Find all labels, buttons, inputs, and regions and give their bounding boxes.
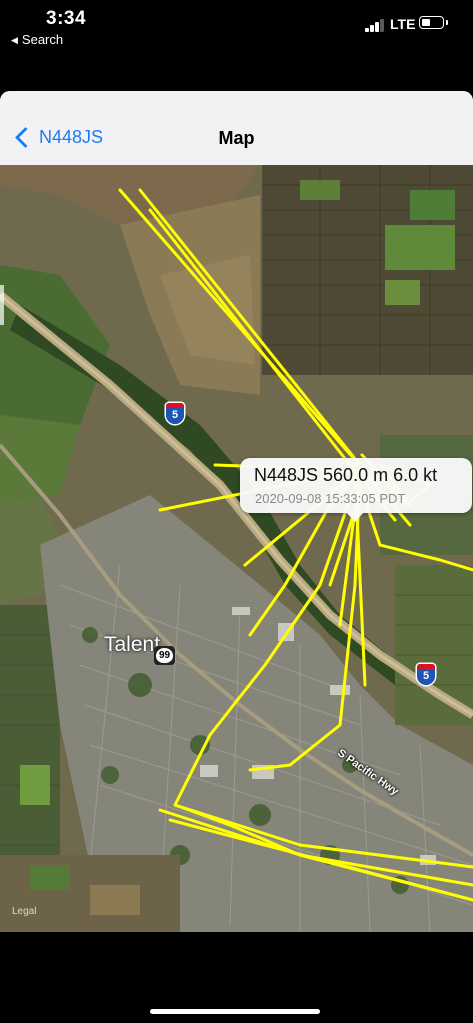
- flight-info-callout[interactable]: N448JS 560.0 m 6.0 kt 2020-09-08 15:33:0…: [240, 458, 472, 522]
- map-sheet: N448JS Map Talent S Pacific Hwy 5 5 99 N…: [0, 91, 473, 932]
- triangle-left-icon: ◀: [11, 35, 18, 45]
- page-title: Map: [218, 128, 255, 148]
- battery-tip: [446, 20, 448, 25]
- interstate-shield-icon: 5: [417, 664, 435, 685]
- town-label: Talent: [104, 633, 161, 656]
- back-to-app-label: Search: [21, 32, 64, 47]
- network-type-label: LTE: [390, 16, 416, 32]
- satellite-map[interactable]: Talent S Pacific Hwy 5 5 99 N448JS 560.0…: [0, 165, 473, 932]
- navigation-bar: N448JS Map: [0, 91, 473, 165]
- callout-pointer: [346, 512, 364, 522]
- interstate-shield-icon: 5: [166, 403, 184, 424]
- cellular-signal-icon: [365, 18, 385, 32]
- home-indicator[interactable]: [150, 1009, 320, 1014]
- legal-link[interactable]: Legal: [12, 906, 36, 917]
- state-route-shield-icon: 99: [154, 646, 175, 665]
- satellite-imagery: [0, 165, 473, 932]
- clock-time: 3:34: [46, 8, 87, 29]
- callout-title: N448JS 560.0 m 6.0 kt: [254, 465, 438, 485]
- back-to-app-link[interactable]: ◀ Search: [11, 32, 63, 47]
- battery-icon: [419, 16, 444, 29]
- callout-timestamp: 2020-09-08 15:33:05 PDT: [255, 491, 406, 506]
- status-bar: 3:34 ◀ Search LTE: [0, 0, 473, 60]
